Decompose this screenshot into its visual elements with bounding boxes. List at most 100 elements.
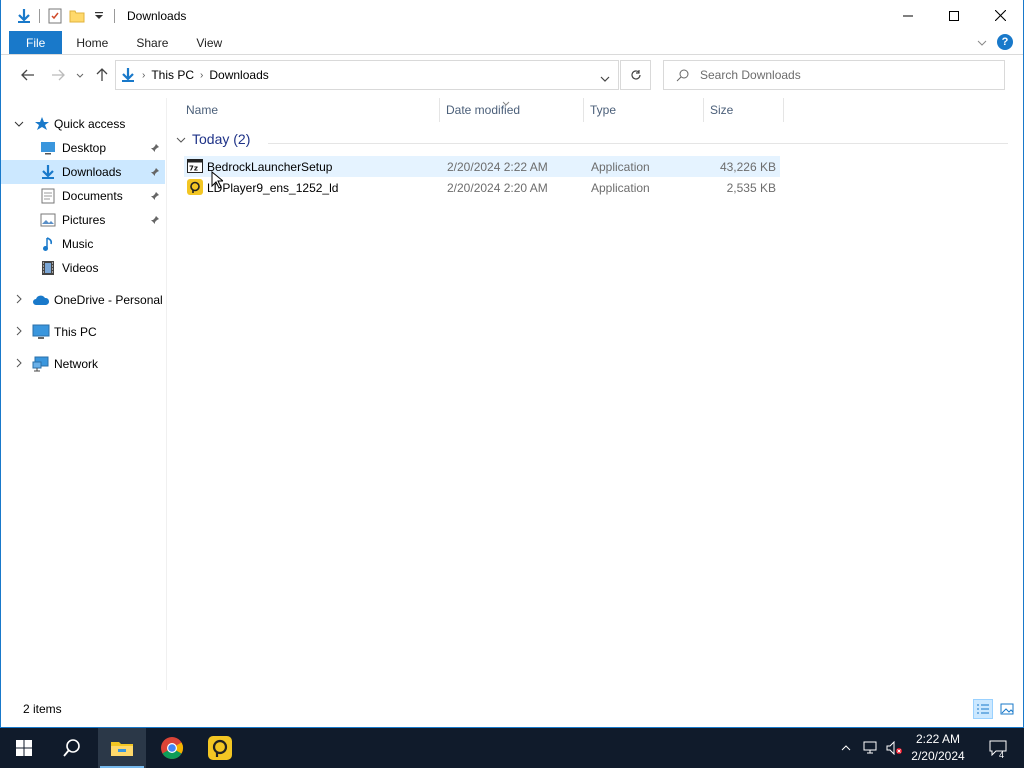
pin-icon[interactable] [149, 142, 161, 154]
close-icon [994, 10, 1006, 21]
details-view-button[interactable] [973, 699, 993, 719]
file-size: 2,535 KB [726, 180, 776, 195]
group-collapse-icon[interactable] [176, 132, 186, 146]
title-bar: Downloads [1, 0, 1023, 31]
expand-ribbon-icon[interactable] [977, 35, 987, 49]
svg-text:7z: 7z [189, 165, 198, 173]
nav-item-this-pc[interactable]: This PC [1, 320, 165, 344]
tab-view[interactable]: View [182, 31, 236, 54]
action-center-button[interactable]: 4 [978, 728, 1018, 768]
up-button[interactable] [91, 64, 113, 86]
documents-icon [39, 187, 57, 205]
clock-date: 2/20/2024 [911, 749, 965, 763]
tab-share[interactable]: Share [122, 31, 182, 54]
maximize-button[interactable] [931, 0, 977, 31]
file-type: Application [591, 159, 650, 174]
clock-time: 2:22 AM [915, 732, 961, 746]
ldplayer-taskbar-button[interactable] [196, 728, 244, 768]
address-bar[interactable]: › This PC › Downloads [115, 60, 619, 90]
expander-closed-icon[interactable] [13, 326, 25, 339]
expander-closed-icon[interactable] [13, 358, 25, 371]
help-icon[interactable]: ? [997, 34, 1013, 50]
details-view-icon [977, 704, 989, 714]
forward-arrow-icon [52, 69, 65, 81]
address-dropdown-icon[interactable] [600, 71, 610, 85]
nav-label: Pictures [62, 213, 106, 227]
search-box[interactable] [663, 60, 1005, 90]
onedrive-icon [32, 291, 50, 309]
nav-item-desktop[interactable]: Desktop [1, 136, 165, 160]
breadcrumb-this-pc[interactable]: This PC [151, 68, 194, 82]
this-pc-icon [32, 323, 50, 341]
show-hidden-icons-button[interactable] [836, 728, 856, 768]
large-icons-view-button[interactable] [997, 699, 1017, 719]
qat-divider-2 [114, 8, 115, 23]
nav-item-pictures[interactable]: Pictures [1, 208, 165, 232]
chevron-down-icon [76, 73, 84, 78]
forward-button[interactable] [47, 64, 69, 86]
status-bar: 2 items [1, 696, 1023, 722]
file-name: BedrockLauncherSetup [207, 159, 333, 174]
close-button[interactable] [977, 0, 1023, 31]
file-row[interactable]: LDPlayer9_ens_1252_ld 2/20/2024 2:20 AM … [184, 177, 780, 198]
file-size: 43,226 KB [719, 159, 776, 174]
recent-locations-button[interactable] [71, 64, 89, 86]
navigation-bar: › This PC › Downloads [1, 56, 1023, 94]
column-header-date-modified[interactable]: Date modified [440, 98, 584, 122]
file-row[interactable]: 7z BedrockLauncherSetup 2/20/2024 2:22 A… [184, 156, 780, 177]
start-button[interactable] [0, 728, 48, 768]
file-explorer-taskbar-button[interactable] [98, 728, 146, 768]
nav-item-downloads[interactable]: Downloads [1, 160, 165, 184]
pin-icon[interactable] [149, 166, 161, 178]
clock[interactable]: 2:22 AM 2/20/2024 [906, 730, 970, 766]
column-label: Name [186, 103, 219, 117]
nav-label: Documents [62, 189, 123, 203]
tab-home[interactable]: Home [62, 31, 122, 54]
tab-file[interactable]: File [9, 31, 63, 54]
expander-open-icon[interactable] [13, 119, 25, 130]
chrome-taskbar-button[interactable] [148, 728, 196, 768]
column-header-name[interactable]: Name [180, 98, 440, 122]
breadcrumb-downloads[interactable]: Downloads [209, 68, 268, 82]
quick-access-toolbar: Downloads [1, 0, 186, 31]
column-header-type[interactable]: Type [584, 98, 704, 122]
expander-closed-icon[interactable] [13, 294, 25, 307]
properties-icon[interactable] [46, 7, 64, 25]
search-taskbar-button[interactable] [48, 728, 96, 768]
nav-item-music[interactable]: Music [1, 232, 165, 256]
group-divider [268, 143, 1008, 144]
window-title: Downloads [127, 8, 187, 23]
new-folder-icon[interactable] [68, 7, 86, 25]
back-button[interactable] [17, 64, 39, 86]
nav-item-onedrive[interactable]: OneDrive - Personal [1, 288, 165, 312]
nav-label: Downloads [62, 165, 122, 179]
group-header-today[interactable]: Today (2) [176, 131, 250, 147]
view-switcher [973, 699, 1017, 719]
pin-icon[interactable] [149, 190, 161, 202]
mouse-cursor-icon [211, 170, 225, 192]
search-input[interactable] [700, 68, 980, 82]
star-icon [33, 115, 51, 133]
column-label: Size [710, 103, 734, 117]
refresh-button[interactable] [620, 60, 651, 90]
videos-icon [39, 259, 57, 277]
nav-item-network[interactable]: Network [1, 352, 165, 376]
nav-item-documents[interactable]: Documents [1, 184, 165, 208]
ldplayer-icon [187, 179, 203, 195]
breadcrumb-separator-icon: › [200, 69, 204, 81]
minimize-button[interactable] [885, 0, 931, 31]
ribbon-right-controls: ? [977, 34, 1013, 50]
downloads-location-icon [120, 67, 136, 83]
customize-qat-icon[interactable] [90, 7, 108, 25]
nav-item-videos[interactable]: Videos [1, 256, 165, 280]
nav-label: Desktop [62, 141, 107, 155]
nav-label: OneDrive - Personal [54, 293, 163, 307]
7zip-installer-icon: 7z [187, 158, 203, 174]
downloads-folder-icon [15, 7, 33, 25]
column-header-size[interactable]: Size [704, 98, 784, 122]
network-status-button[interactable] [860, 728, 882, 768]
search-icon [676, 69, 689, 82]
pin-icon[interactable] [149, 214, 161, 226]
volume-button[interactable] [884, 728, 906, 768]
nav-item-quick-access[interactable]: Quick access [1, 112, 165, 136]
